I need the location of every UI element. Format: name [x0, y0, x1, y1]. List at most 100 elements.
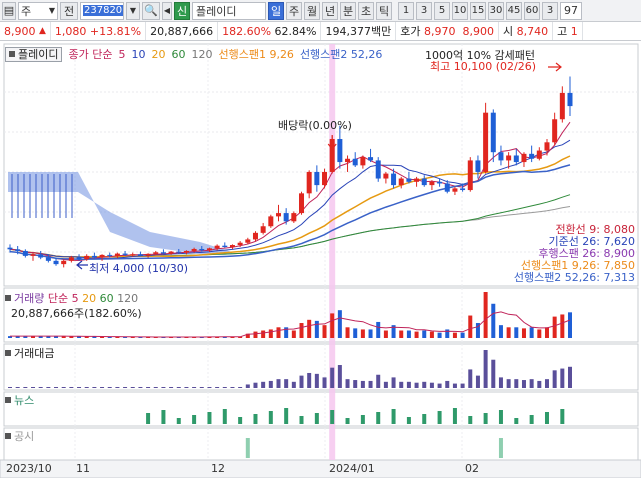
- candle-body: [206, 248, 212, 251]
- interval-button-2[interactable]: 5: [434, 1, 450, 20]
- news-bar: [560, 409, 565, 424]
- previous-stock-button[interactable]: ◀: [162, 1, 172, 20]
- news-bar: [360, 415, 365, 424]
- open-price: 8,740: [516, 24, 549, 38]
- interval-button-0[interactable]: 1: [398, 1, 414, 20]
- interval-button-5[interactable]: 30: [488, 1, 504, 20]
- amount-bar: [360, 380, 365, 388]
- amount-bar: [468, 369, 473, 388]
- x-tick-label: 2024/01: [329, 462, 375, 475]
- amount-bar: [61, 387, 66, 388]
- low-arrow-icon: [76, 260, 88, 270]
- candle-body: [245, 239, 251, 243]
- search-icon[interactable]: 🔍: [142, 1, 160, 20]
- period-button-4[interactable]: 분: [340, 1, 356, 20]
- candle-body: [145, 253, 151, 256]
- amount-bar: [153, 387, 158, 388]
- news-bar: [299, 416, 304, 424]
- period-button-0[interactable]: 일: [268, 1, 284, 20]
- candle-body: [30, 254, 36, 256]
- candle-body: [398, 178, 404, 186]
- volume-current: 20,887,666주(182.60%): [11, 307, 142, 320]
- news-title: 뉴스: [14, 394, 35, 407]
- news-bar: [391, 409, 396, 424]
- news-bar: [330, 410, 335, 424]
- all-button[interactable]: 전: [60, 1, 78, 20]
- candle-body: [498, 152, 504, 161]
- candle-body: [214, 245, 220, 249]
- candle-body: [559, 92, 565, 120]
- volume-bar: [537, 329, 542, 338]
- ma-10: 10: [131, 47, 146, 61]
- news-panel-title: 뉴스: [5, 392, 34, 408]
- candle-body: [99, 254, 105, 258]
- amount-bar: [529, 379, 534, 388]
- volume-bar: [353, 328, 358, 338]
- open-cell: 시 8,740: [499, 22, 554, 40]
- x-tick-label: 12: [211, 462, 225, 475]
- candle-body: [437, 181, 443, 184]
- interval-button-4[interactable]: 15: [470, 1, 486, 20]
- stock-code-input[interactable]: 237820: [80, 1, 124, 20]
- volume-bar: [483, 292, 488, 338]
- interval-button-3[interactable]: 10: [452, 1, 468, 20]
- candle-body: [191, 248, 197, 251]
- stock-name-field[interactable]: 플레이디: [192, 1, 266, 20]
- candle-body: [536, 150, 542, 159]
- period-button-2[interactable]: 월: [304, 1, 320, 20]
- x-axis-bar: [0, 459, 641, 478]
- amount-bar: [276, 379, 281, 388]
- price-change: 1,080: [54, 24, 87, 38]
- disclosure-bar: [245, 438, 250, 458]
- period-button-1[interactable]: 주: [286, 1, 302, 20]
- news-bar: [468, 416, 473, 424]
- high-arrow-icon: [548, 62, 562, 72]
- toolbar-menu-button[interactable]: ▤: [2, 1, 16, 20]
- candle-body: [199, 248, 205, 251]
- amount-bar: [215, 387, 220, 388]
- amount-bar: [238, 387, 243, 388]
- amount-bar: [353, 380, 358, 388]
- amount-bar: [38, 387, 43, 388]
- x-tick-label: 11: [76, 462, 90, 475]
- amount-bar: [222, 387, 227, 388]
- interval-button-8[interactable]: 3: [542, 1, 558, 20]
- amount-bar: [383, 381, 388, 388]
- news-bar: [253, 414, 258, 424]
- candle-body: [345, 158, 351, 163]
- amount-bar: [230, 387, 235, 388]
- candle-body: [544, 142, 550, 151]
- stock-name-chip-label: 플레이디: [18, 48, 59, 61]
- panel-frame: [3, 391, 639, 427]
- amount-bar: [84, 387, 89, 388]
- candle-body: [268, 216, 274, 227]
- amount-bar: [322, 377, 327, 388]
- disclosure-panel-title: 공시: [5, 428, 34, 444]
- amount-bar: [92, 387, 97, 388]
- news-bar: [544, 412, 549, 424]
- interval-button-1[interactable]: 3: [416, 1, 432, 20]
- volume-bar: [307, 319, 312, 338]
- candle-body: [567, 92, 573, 107]
- volume-ratio-cell: 182.60% 62.84%: [218, 22, 322, 40]
- news-bar: [268, 411, 273, 424]
- amount-bar: [169, 387, 174, 388]
- candle-body: [337, 139, 343, 163]
- candle-body: [160, 252, 166, 254]
- ma-120: 120: [191, 47, 213, 61]
- period-button-3[interactable]: 년: [322, 1, 338, 20]
- stock-name-chip[interactable]: 플레이디: [5, 46, 63, 62]
- period-button-6[interactable]: 틱: [376, 1, 392, 20]
- volume-bar: [69, 336, 74, 338]
- interval-button-7[interactable]: 60: [524, 1, 540, 20]
- right-value-field[interactable]: 97: [560, 1, 582, 20]
- period-button-5[interactable]: 초: [358, 1, 374, 20]
- code-dropdown-button[interactable]: ▼: [126, 1, 140, 20]
- amount-bar: [514, 379, 519, 388]
- volume-bar: [429, 331, 434, 338]
- interval-button-6[interactable]: 45: [506, 1, 522, 20]
- news-bar: [192, 415, 197, 424]
- ma-20: 20: [151, 47, 166, 61]
- amount-bar: [115, 387, 120, 388]
- market-select[interactable]: 주 ▼: [18, 1, 58, 20]
